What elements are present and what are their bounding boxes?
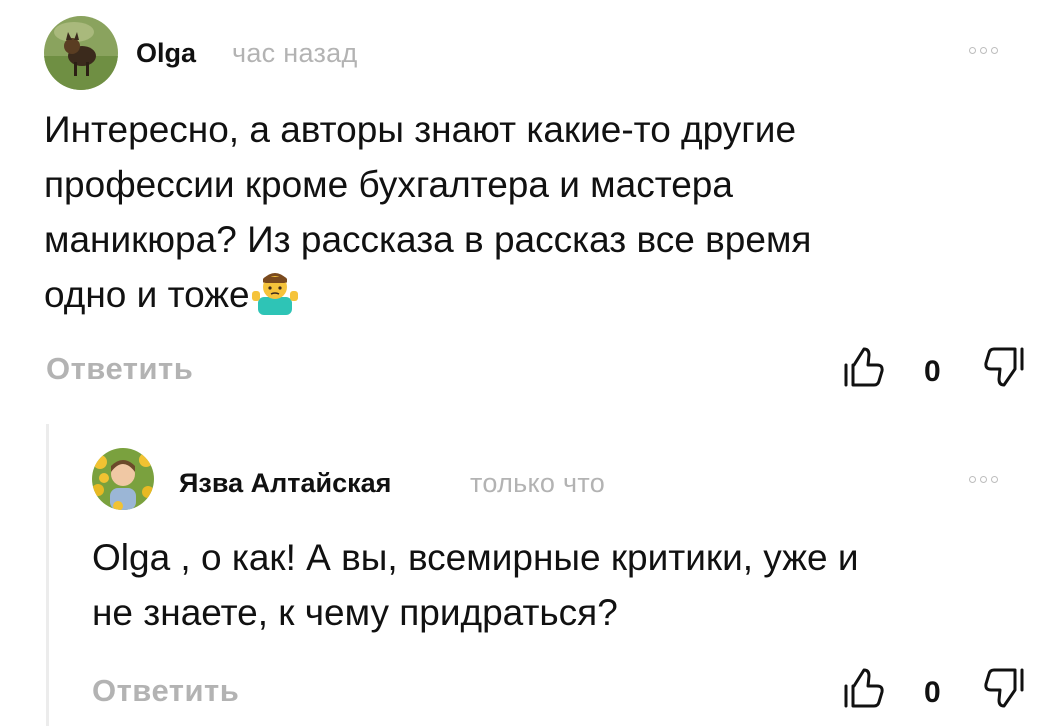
thumb-down-icon[interactable] [982,666,1026,715]
avatar[interactable] [92,448,154,510]
comment-text-line: профессии кроме бухгалтера и мастера [44,164,733,205]
comment-time: час назад [232,38,358,68]
thumb-up-icon[interactable] [842,345,886,394]
comment-text-line: Olga , о как! А вы, всемирные критики, у… [92,537,859,578]
comment-text-line: маникюра? Из рассказа в рассказ все врем… [44,219,812,260]
thumb-up-icon[interactable] [842,666,886,715]
comment-olga: Olga час назад Интересно, а авторы знают… [0,0,1043,420]
man-shrugging-emoji [251,271,298,330]
avatar[interactable] [44,16,118,90]
comment-text-line-last: одно и тоже [44,267,811,330]
comment-reply: Язва Алтайская только что Olga , о как! … [0,420,1043,726]
comment-time: только что [470,468,606,498]
reply-button[interactable]: Ответить [46,351,193,387]
like-count: 0 [924,676,941,709]
comment-text-line: Интересно, а авторы знают какие-то други… [44,109,797,150]
comment-text: Olga , о как! А вы, всемирные критики, у… [92,530,859,640]
comment-author[interactable]: Olga [136,38,196,69]
thumb-down-icon[interactable] [982,345,1026,394]
more-dots-icon[interactable] [969,476,998,483]
like-count: 0 [924,355,941,388]
reply-button[interactable]: Ответить [92,673,239,709]
comment-text-line: одно и тоже [44,274,250,315]
comment-text: Интересно, а авторы знают какие-то други… [44,102,811,330]
comment-author[interactable]: Язва Алтайская [179,468,391,499]
comment-text-line: не знаете, к чему придраться? [92,592,618,633]
more-dots-icon[interactable] [969,47,998,54]
